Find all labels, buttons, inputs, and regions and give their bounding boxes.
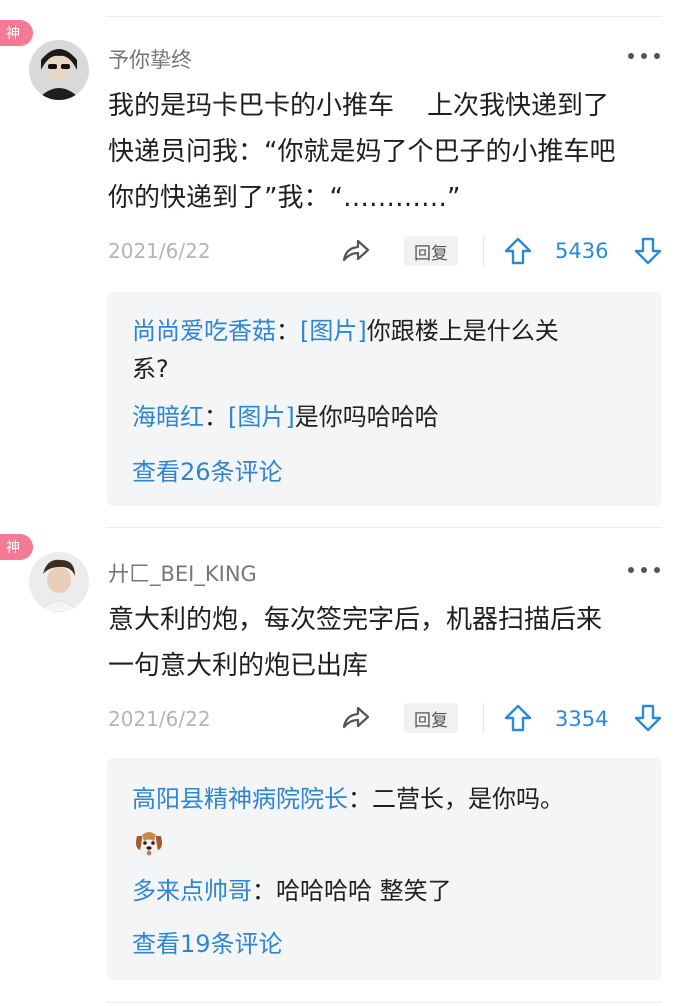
comment-text-line: 快递员问我：“你就是妈了个巴子的小推车吧 [108, 137, 616, 167]
comment-text-line: 我的是玛卡巴卡的小推车 上次我快递到了 [108, 91, 610, 121]
reply-author[interactable]: 海暗红 [132, 403, 204, 431]
reply-item: 高阳县精神病院院长：二营长，是你吗。 [132, 780, 642, 818]
share-icon[interactable] [340, 703, 372, 735]
reply-preview-box: 高阳县精神病院院长：二营长，是你吗。 多来点帅哥：哈哈哈哈 整笑了 查看19条评… [107, 758, 662, 980]
reply-button[interactable]: 回复 [404, 703, 458, 733]
god-comment-badge: 神 [0, 20, 33, 46]
bottom-divider [106, 1002, 662, 1003]
comment-text-line: 意大利的炮，每次签完字后，机器扫描后来 [108, 605, 603, 635]
upvote-icon[interactable] [503, 236, 533, 266]
comment-date: 2021/6/22 [108, 239, 211, 263]
reply-preview-box: 尚尚爱吃香菇：[图片]你跟楼上是什么关 系? 海暗红：[图片]是你吗哈哈哈 查看… [107, 292, 662, 506]
like-count: 5436 [555, 239, 609, 263]
username[interactable]: 予你挚终 [108, 44, 192, 74]
top-divider [106, 16, 662, 17]
reply-item: 海暗红：[图片]是你吗哈哈哈 [132, 398, 642, 436]
more-options-icon[interactable] [628, 52, 660, 60]
god-comment-badge: 神 [0, 534, 33, 560]
reply-separator: ： [252, 877, 276, 905]
reply-author[interactable]: 高阳县精神病院院长 [132, 785, 348, 813]
more-options-icon[interactable] [628, 566, 660, 574]
comment-text-line: 一句意大利的炮已出库 [108, 651, 369, 681]
view-all-replies-link[interactable]: 查看19条评论 [132, 924, 283, 959]
reply-text-continued: 系? [132, 355, 169, 383]
reply-button[interactable]: 回复 [404, 236, 458, 266]
view-all-replies-link[interactable]: 查看26条评论 [132, 452, 283, 487]
downvote-icon[interactable] [633, 703, 663, 733]
upvote-icon[interactable] [503, 703, 533, 733]
like-count: 3354 [555, 707, 609, 731]
reply-author[interactable]: 尚尚爱吃香菇 [132, 317, 276, 345]
reply-text: 哈哈哈哈 整笑了 [276, 877, 452, 905]
action-divider [483, 236, 484, 266]
avatar[interactable] [29, 40, 89, 100]
reply-item: 多来点帅哥：哈哈哈哈 整笑了 [132, 872, 642, 910]
share-icon[interactable] [340, 236, 372, 268]
image-link[interactable]: [图片] [300, 317, 367, 345]
reply-separator: ： [276, 317, 300, 345]
dog-emoji-icon [132, 826, 166, 860]
reply-text: 二营长，是你吗。 [372, 785, 564, 813]
image-link[interactable]: [图片] [228, 403, 295, 431]
comment-divider [106, 527, 662, 528]
reply-separator: ： [204, 403, 228, 431]
comment-date: 2021/6/22 [108, 707, 211, 731]
reply-item: 尚尚爱吃香菇：[图片]你跟楼上是什么关 [132, 312, 642, 350]
comment-text-line: 你的快递到了”我：“…………” [108, 183, 461, 213]
action-divider [483, 703, 484, 733]
reply-author[interactable]: 多来点帅哥 [132, 877, 252, 905]
avatar[interactable] [29, 552, 89, 612]
reply-separator: ： [348, 785, 372, 813]
reply-text: 是你吗哈哈哈 [294, 403, 439, 431]
username[interactable]: 廾匚_BEI_KING [108, 558, 257, 588]
downvote-icon[interactable] [633, 236, 663, 266]
reply-text: 你跟楼上是什么关 [366, 317, 559, 345]
